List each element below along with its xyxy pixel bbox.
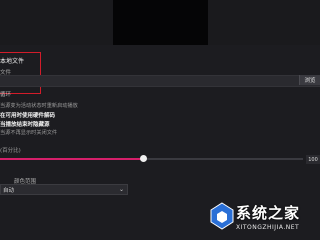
restart-checkbox[interactable]: 当源变为活动状态时重新启动播放 [0, 102, 78, 109]
volume-slider-track[interactable] [143, 158, 303, 160]
color-range-select[interactable]: 自动 ⌄ [0, 184, 128, 195]
watermark: 系统之家 XITONGZHIJIA.NET [210, 198, 320, 240]
volume-label: (百分比) [0, 148, 21, 154]
color-range-value: 自动 [3, 187, 15, 194]
hardware-decode-checkbox[interactable]: 在可用时使用硬件解码 [0, 111, 55, 119]
chevron-down-icon: ⌄ [118, 186, 124, 193]
local-file-label: 本地文件 [0, 58, 25, 65]
hide-on-end-checkbox[interactable]: 当播放结束时隐藏源 [0, 120, 50, 128]
volume-value[interactable]: 100 [306, 155, 320, 164]
browse-button[interactable]: 浏览 [299, 75, 320, 85]
video-preview [113, 0, 208, 45]
volume-slider-fill[interactable] [0, 158, 143, 160]
file-path-input[interactable] [0, 75, 320, 87]
close-file-checkbox[interactable]: 当源不再显示时关闭文件 [0, 129, 57, 136]
watermark-url: XITONGZHIJIA.NET [236, 224, 300, 231]
volume-slider-handle[interactable] [140, 155, 147, 162]
watermark-title: 系统之家 [236, 204, 301, 222]
logo-icon [210, 202, 234, 230]
loop-checkbox[interactable]: 循环 [0, 90, 11, 98]
